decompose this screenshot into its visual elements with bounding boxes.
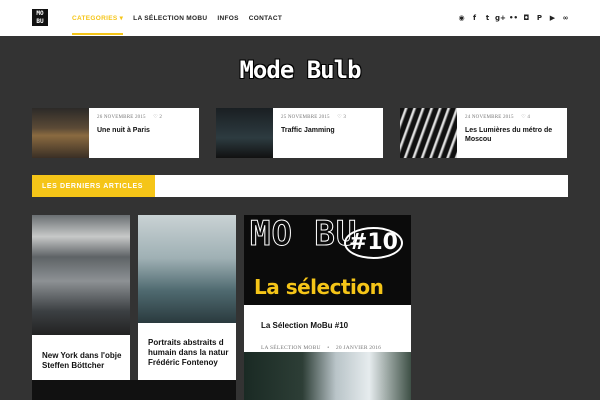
la-selection-image-text: La sélection bbox=[254, 275, 384, 299]
meta-separator: • bbox=[327, 345, 330, 351]
article-title-line[interactable]: humain dans la natur bbox=[138, 348, 236, 358]
site-logo[interactable]: MO BU bbox=[32, 9, 48, 26]
facebook-icon[interactable]: f bbox=[468, 11, 481, 24]
article-title-line[interactable]: Frédéric Fontenoy bbox=[138, 358, 236, 368]
article-title-line[interactable]: Steffen Böttcher bbox=[32, 361, 130, 371]
featured-meta: 25 NOVEMBRE 2015 ♡ 3 bbox=[281, 114, 346, 120]
nav-item-categories[interactable]: CATEGORIES ▾ bbox=[72, 14, 124, 35]
issue-number-image-text: #10 bbox=[343, 227, 403, 259]
featured-likes: 3 bbox=[343, 115, 347, 120]
article-date: 20 JANVIER 2016 bbox=[335, 345, 382, 351]
site-title[interactable]: Mode Bulb bbox=[0, 56, 600, 84]
featured-body: 26 NOVEMBRE 2015 ♡ 2 Une nuit à Paris bbox=[89, 108, 170, 158]
featured-date: 25 NOVEMBRE 2015 bbox=[281, 115, 330, 120]
heart-icon[interactable]: ♡ bbox=[521, 115, 526, 120]
featured-card-3[interactable]: 24 NOVEMBRE 2015 ♡ 4 Les Lumières du mét… bbox=[400, 108, 567, 158]
featured-thumbnail[interactable] bbox=[400, 108, 457, 158]
featured-likes: 2 bbox=[159, 115, 163, 120]
rss-icon[interactable]: ◉ bbox=[455, 11, 468, 24]
featured-meta: 24 NOVEMBRE 2015 ♡ 4 bbox=[465, 114, 559, 120]
top-nav-bar: MO BU CATEGORIES ▾ LA SÉLECTION MOBU INFO… bbox=[0, 0, 600, 36]
featured-title[interactable]: Les Lumières du métro de Moscou bbox=[465, 126, 559, 144]
article-image-next-left[interactable] bbox=[32, 380, 236, 400]
google-plus-icon[interactable]: g+ bbox=[494, 11, 507, 24]
article-image-next[interactable] bbox=[244, 352, 411, 400]
article-card-2[interactable]: Portraits abstraits d humain dans la nat… bbox=[138, 215, 236, 380]
featured-thumbnail[interactable] bbox=[216, 108, 273, 158]
flickr-icon[interactable]: •• bbox=[507, 11, 520, 24]
twitter-icon[interactable]: t bbox=[481, 11, 494, 24]
article-image[interactable]: MO BU #10 La sélection bbox=[244, 215, 411, 305]
article-image[interactable] bbox=[138, 215, 236, 323]
article-image[interactable] bbox=[32, 215, 130, 335]
featured-meta: 26 NOVEMBRE 2015 ♡ 2 bbox=[97, 114, 162, 120]
article-card-1[interactable]: New York dans l'obje Steffen Böttcher bbox=[32, 215, 130, 380]
nav-item-la-selection-mobu[interactable]: LA SÉLECTION MOBU bbox=[133, 15, 207, 22]
featured-title[interactable]: Traffic Jamming bbox=[281, 126, 346, 135]
lastfm-icon[interactable]: ∞ bbox=[559, 11, 572, 24]
article-meta: LA SÉLECTION MOBU • 20 JANVIER 2016 bbox=[244, 345, 411, 351]
article-category[interactable]: LA SÉLECTION MOBU bbox=[261, 345, 321, 351]
featured-card-2[interactable]: 25 NOVEMBRE 2015 ♡ 3 Traffic Jamming bbox=[216, 108, 383, 158]
pinterest-icon[interactable]: P bbox=[533, 11, 546, 24]
article-title-line[interactable]: New York dans l'obje bbox=[32, 351, 130, 361]
nav-item-contact[interactable]: CONTACT bbox=[249, 15, 282, 22]
heart-icon[interactable]: ♡ bbox=[337, 115, 342, 120]
featured-likes: 4 bbox=[527, 115, 531, 120]
featured-card-1[interactable]: 26 NOVEMBRE 2015 ♡ 2 Une nuit à Paris bbox=[32, 108, 199, 158]
youtube-icon[interactable]: ▶ bbox=[546, 11, 559, 24]
nav-item-infos[interactable]: INFOS bbox=[217, 15, 238, 22]
article-title-line[interactable]: Portraits abstraits d bbox=[138, 338, 236, 348]
featured-title[interactable]: Une nuit à Paris bbox=[97, 126, 162, 135]
article-title[interactable]: La Sélection MoBu #10 bbox=[244, 321, 411, 331]
mobu-image-text: MO BU bbox=[249, 215, 358, 254]
featured-date: 26 NOVEMBRE 2015 bbox=[97, 115, 146, 120]
featured-date: 24 NOVEMBRE 2015 bbox=[465, 115, 514, 120]
featured-body: 25 NOVEMBRE 2015 ♡ 3 Traffic Jamming bbox=[273, 108, 354, 158]
main-nav: CATEGORIES ▾ LA SÉLECTION MOBU INFOS CON… bbox=[72, 0, 292, 36]
instagram-icon[interactable]: ◘ bbox=[520, 11, 533, 24]
heart-icon[interactable]: ♡ bbox=[153, 115, 158, 120]
featured-body: 24 NOVEMBRE 2015 ♡ 4 Les Lumières du mét… bbox=[457, 108, 567, 158]
section-header: LES DERNIERS ARTICLES bbox=[32, 175, 568, 197]
featured-thumbnail[interactable] bbox=[32, 108, 89, 158]
social-links: ◉ f t g+ •• ◘ P ▶ ∞ bbox=[455, 11, 572, 24]
article-card-3[interactable]: MO BU #10 La sélection La Sélection MoBu… bbox=[244, 215, 411, 360]
section-label: LES DERNIERS ARTICLES bbox=[32, 175, 155, 197]
